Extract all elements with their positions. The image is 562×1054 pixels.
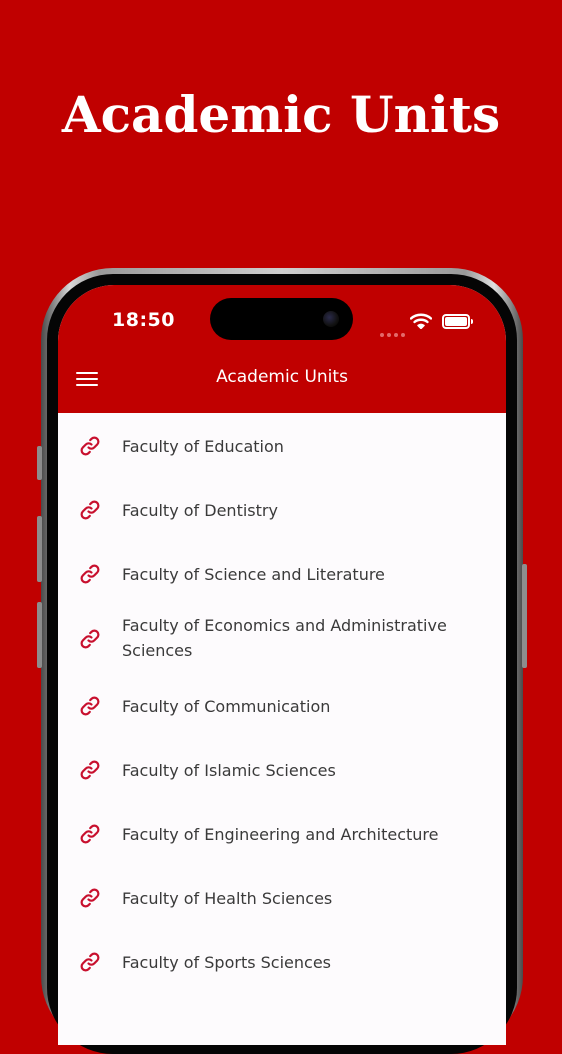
app-bar-title: Academic Units	[216, 367, 348, 387]
action-button	[37, 446, 42, 480]
app-header: 18:50 Academic Units	[58, 285, 506, 413]
link-icon	[80, 888, 100, 908]
power-button	[522, 564, 527, 668]
phone-frame: 18:50 Academic Units Faculty of Educatio…	[37, 268, 527, 1054]
list-item-label: Faculty of Engineering and Architecture	[122, 825, 439, 844]
link-icon	[80, 436, 100, 456]
list-item[interactable]: Faculty of Islamic Sciences	[58, 737, 506, 801]
link-icon	[80, 500, 100, 520]
list-item-label: Faculty of Islamic Sciences	[122, 761, 336, 780]
status-time: 18:50	[112, 309, 175, 331]
phone-screen: 18:50 Academic Units Faculty of Educatio…	[58, 285, 506, 1045]
volume-down-button	[37, 602, 42, 668]
link-icon	[80, 564, 100, 584]
dynamic-island	[210, 298, 353, 340]
link-icon	[80, 629, 100, 649]
battery-icon	[442, 314, 473, 329]
signal-icon	[380, 322, 408, 341]
link-icon	[80, 824, 100, 844]
list-item[interactable]: Faculty of Engineering and Architecture	[58, 801, 506, 865]
promo-title: Academic Units	[61, 85, 501, 144]
wifi-icon	[410, 313, 432, 329]
list-item[interactable]: Faculty of Education	[58, 413, 506, 477]
list-item[interactable]: Faculty of Science and Literature	[58, 541, 506, 605]
list-item-label: Faculty of Science and Literature	[122, 565, 385, 584]
list-item[interactable]: Faculty of Health Sciences	[58, 865, 506, 929]
link-icon	[80, 952, 100, 972]
link-icon	[80, 760, 100, 780]
camera-icon	[323, 311, 339, 327]
list-item[interactable]: Faculty of Communication	[58, 673, 506, 737]
list-item-label: Faculty of Education	[122, 437, 284, 456]
list-item[interactable]: Faculty of Economics and Administrative …	[58, 605, 506, 673]
list-item[interactable]: Faculty of Dentistry	[58, 477, 506, 541]
list-item-label: Faculty of Economics and Administrative …	[122, 616, 447, 660]
list-item-label: Faculty of Dentistry	[122, 501, 278, 520]
phone-bezel: 18:50 Academic Units Faculty of Educatio…	[47, 274, 517, 1054]
list-item-label: Faculty of Health Sciences	[122, 889, 333, 908]
list-item-label: Faculty of Communication	[122, 697, 331, 716]
volume-up-button	[37, 516, 42, 582]
list-item-label: Faculty of Sports Sciences	[122, 953, 331, 972]
link-icon	[80, 696, 100, 716]
academic-units-list: Faculty of Education Faculty of Dentistr…	[58, 413, 506, 993]
list-item[interactable]: Faculty of Sports Sciences	[58, 929, 506, 993]
